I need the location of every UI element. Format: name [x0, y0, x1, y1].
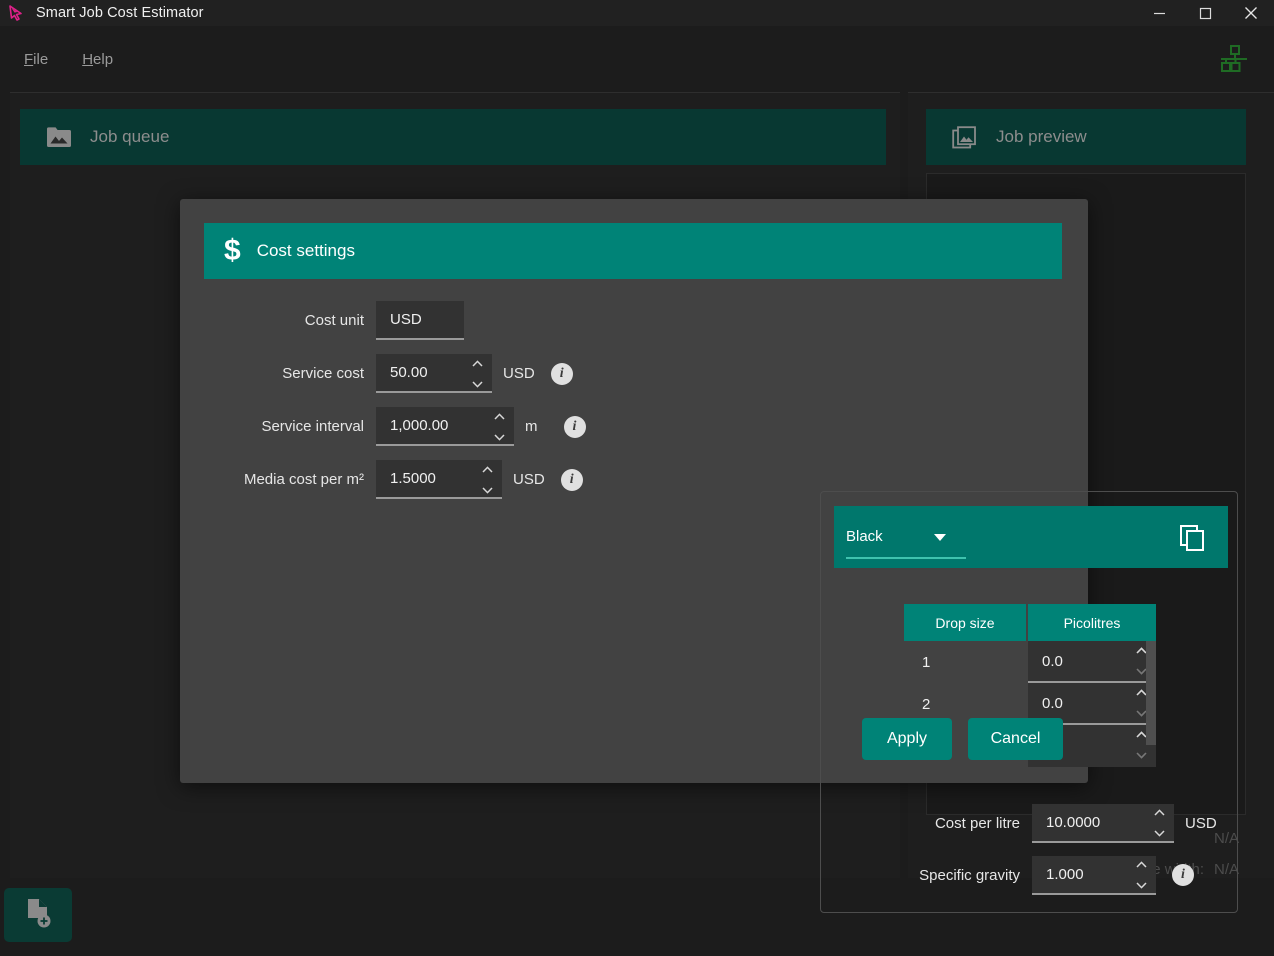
- copy-icon[interactable]: [1178, 523, 1206, 551]
- field-row-cost-per-litre: Cost per litre 10.0000 USD: [820, 797, 1238, 849]
- chevron-up-icon[interactable]: [491, 410, 507, 422]
- chevron-up-icon[interactable]: [1151, 807, 1167, 819]
- service-cost-info-icon[interactable]: i: [551, 363, 573, 385]
- service-cost-unit: USD: [503, 365, 535, 382]
- drop-size-value: 2: [904, 696, 1028, 713]
- job-queue-header: Job queue: [20, 109, 886, 165]
- ink-cost-fields: Cost per litre 10.0000 USD Specific grav…: [820, 797, 1238, 901]
- menu-item-help[interactable]: Help: [72, 47, 123, 72]
- window-title: Smart Job Cost Estimator: [36, 5, 204, 21]
- specific-gravity-label: Specific gravity: [820, 867, 1032, 884]
- field-row-cost-unit: Cost unit USD: [204, 294, 624, 347]
- service-interval-label: Service interval: [204, 418, 376, 435]
- chevron-up-icon[interactable]: [479, 463, 495, 475]
- cost-unit-value: USD: [376, 311, 452, 328]
- service-interval-stepper[interactable]: [491, 410, 507, 443]
- menu-item-file[interactable]: File: [14, 47, 58, 72]
- column-header-drop-size: Drop size: [904, 604, 1028, 641]
- media-cost-input[interactable]: 1.5000: [376, 460, 502, 499]
- cancel-button[interactable]: Cancel: [968, 718, 1063, 760]
- cost-per-litre-input[interactable]: 10.0000: [1032, 804, 1174, 843]
- add-job-button[interactable]: [4, 888, 72, 942]
- chevron-down-icon[interactable]: [1151, 828, 1167, 840]
- media-cost-stepper[interactable]: [479, 463, 495, 496]
- field-row-specific-gravity: Specific gravity 1.000 i: [820, 849, 1238, 901]
- service-cost-input[interactable]: 50.00: [376, 354, 492, 393]
- cost-per-litre-stepper[interactable]: [1151, 807, 1167, 840]
- images-stack-icon: [952, 126, 978, 148]
- apply-button[interactable]: Apply: [862, 718, 952, 760]
- media-cost-unit: USD: [513, 471, 545, 488]
- service-cost-value: 50.00: [376, 364, 458, 381]
- media-cost-label: Media cost per m²: [204, 471, 376, 488]
- chevron-down-icon: [934, 534, 946, 541]
- service-interval-unit: m: [525, 418, 538, 435]
- cost-per-litre-value: 10.0000: [1032, 814, 1130, 831]
- cursor-logo-icon: [8, 4, 26, 22]
- job-preview-title: Job preview: [996, 127, 1087, 147]
- document-add-icon: [23, 897, 53, 934]
- cost-settings-dialog: $ Cost settings Cost unit USD Service co…: [180, 199, 1088, 783]
- chevron-down-icon[interactable]: [479, 484, 495, 496]
- chevron-down-icon[interactable]: [491, 431, 507, 443]
- picolitres-value: 0.0: [1028, 653, 1093, 670]
- menu-bar: File Help: [0, 26, 1274, 92]
- cost-per-litre-label: Cost per litre: [820, 815, 1032, 832]
- dollar-sign-icon: $: [224, 236, 241, 266]
- minimize-icon[interactable]: [1136, 0, 1182, 26]
- cost-unit-input[interactable]: USD: [376, 301, 464, 340]
- ink-selector-bar: Black: [834, 506, 1228, 568]
- media-cost-info-icon[interactable]: i: [561, 469, 583, 491]
- title-bar: Smart Job Cost Estimator: [0, 0, 1274, 26]
- drop-size-table-scrollbar[interactable]: [1146, 641, 1156, 745]
- cost-unit-label: Cost unit: [204, 312, 376, 329]
- service-interval-value: 1,000.00: [376, 417, 478, 434]
- dialog-title: Cost settings: [257, 241, 355, 261]
- column-header-picolitres: Picolitres: [1028, 604, 1156, 641]
- cost-settings-left-column: Cost unit USD Service cost 50.00 USD i S…: [204, 294, 624, 506]
- drop-size-table-header: Drop size Picolitres: [904, 604, 1156, 641]
- close-icon[interactable]: [1228, 0, 1274, 26]
- dialog-button-row: Apply Cancel: [862, 718, 1063, 760]
- table-row: 1 0.0: [904, 641, 1156, 683]
- specific-gravity-info-icon[interactable]: i: [1172, 864, 1194, 886]
- chevron-down-icon[interactable]: [469, 378, 485, 390]
- cost-per-litre-unit: USD: [1185, 815, 1217, 832]
- specific-gravity-value: 1.000: [1032, 866, 1114, 883]
- picolitres-input[interactable]: 0.0: [1028, 641, 1156, 683]
- media-cost-value: 1.5000: [376, 470, 466, 487]
- folder-image-icon: [46, 126, 72, 148]
- service-cost-label: Service cost: [204, 365, 376, 382]
- drop-size-value: 1: [904, 654, 1028, 671]
- field-row-media-cost: Media cost per m² 1.5000 USD i: [204, 453, 624, 506]
- job-queue-title: Job queue: [90, 127, 169, 147]
- ink-color-dropdown[interactable]: Black: [846, 515, 966, 559]
- service-cost-stepper[interactable]: [469, 357, 485, 390]
- chevron-up-icon[interactable]: [1133, 859, 1149, 871]
- dialog-header: $ Cost settings: [204, 223, 1062, 279]
- maximize-icon[interactable]: [1182, 0, 1228, 26]
- ink-color-value: Black: [846, 528, 883, 545]
- network-topology-icon[interactable]: [1220, 44, 1250, 74]
- service-interval-info-icon[interactable]: i: [564, 416, 586, 438]
- picolitres-value: 0.0: [1028, 695, 1093, 712]
- field-row-service-interval: Service interval 1,000.00 m i: [204, 400, 624, 453]
- specific-gravity-stepper[interactable]: [1133, 859, 1149, 892]
- job-preview-header: Job preview: [926, 109, 1246, 165]
- specific-gravity-input[interactable]: 1.000: [1032, 856, 1156, 895]
- service-interval-input[interactable]: 1,000.00: [376, 407, 514, 446]
- chevron-down-icon[interactable]: [1133, 880, 1149, 892]
- field-row-service-cost: Service cost 50.00 USD i: [204, 347, 624, 400]
- chevron-down-icon[interactable]: [1133, 749, 1149, 761]
- window-controls: [1136, 0, 1274, 26]
- chevron-up-icon[interactable]: [469, 357, 485, 369]
